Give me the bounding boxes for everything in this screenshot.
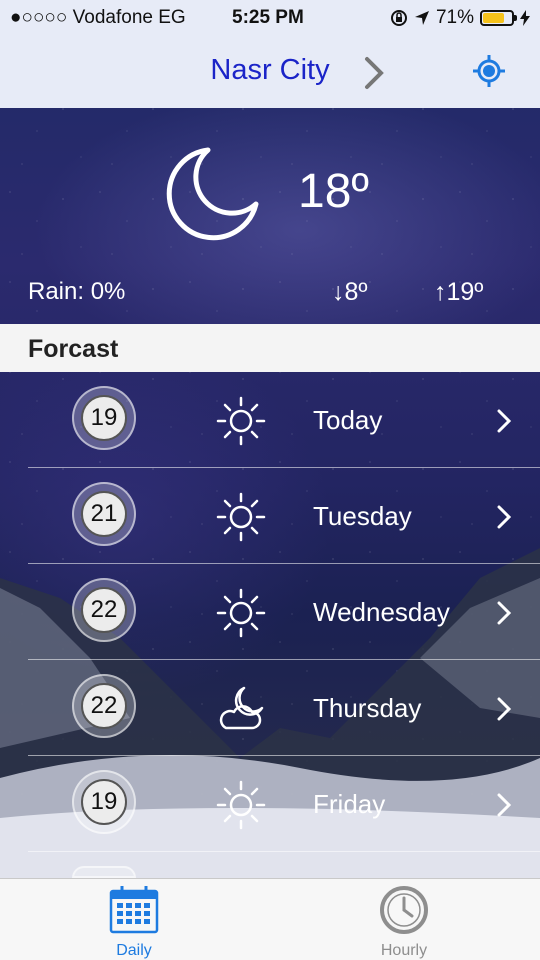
partly-cloudy-night-icon bbox=[219, 686, 264, 730]
sun-icon bbox=[216, 492, 266, 542]
forecast-row-tuesday[interactable]: 21 Tuesday bbox=[0, 468, 540, 564]
carrier-label: ●○○○○ Vodafone EG bbox=[10, 7, 186, 28]
day-label: Wednesday bbox=[313, 597, 450, 627]
charging-icon bbox=[520, 10, 530, 26]
high-temperature: ↑19º bbox=[434, 278, 484, 306]
current-location-icon[interactable] bbox=[472, 54, 506, 88]
temp-badge: 22 bbox=[72, 578, 136, 642]
temp-badge: 22 bbox=[72, 674, 136, 738]
city-chevron-icon[interactable] bbox=[362, 56, 386, 90]
temp-value: 19 bbox=[81, 779, 127, 825]
sun-icon bbox=[216, 396, 266, 446]
tab-hourly-label: Hourly bbox=[380, 942, 428, 959]
row-chevron-icon bbox=[497, 505, 512, 529]
location-arrow-icon bbox=[414, 11, 429, 25]
current-temperature: 18º bbox=[298, 165, 369, 218]
sun-icon bbox=[216, 780, 266, 830]
temp-value: 21 bbox=[81, 491, 127, 537]
status-time: 5:25 PM bbox=[232, 7, 304, 28]
rotation-lock-icon bbox=[390, 10, 407, 26]
day-label: Today bbox=[313, 405, 383, 435]
forecast-row-today[interactable]: 19 Today bbox=[0, 372, 540, 468]
temp-badge: 19 bbox=[72, 770, 136, 834]
day-label: Thursday bbox=[313, 693, 422, 723]
tab-hourly[interactable]: Hourly bbox=[344, 885, 464, 960]
next-row-badge-partial bbox=[72, 866, 136, 878]
forecast-row-thursday[interactable]: 22 Thursday bbox=[0, 660, 540, 756]
clock-icon bbox=[380, 886, 428, 934]
temp-value: 22 bbox=[81, 587, 127, 633]
day-label: Tuesday bbox=[313, 501, 412, 531]
tab-daily[interactable]: Daily bbox=[74, 885, 194, 960]
row-divider bbox=[28, 851, 540, 852]
temp-badge: 21 bbox=[72, 482, 136, 546]
day-label: Friday bbox=[313, 789, 386, 819]
row-chevron-icon bbox=[497, 697, 512, 721]
calendar-icon bbox=[109, 886, 159, 934]
status-bar: ●○○○○ Vodafone EG 5:25 PM 71% bbox=[0, 0, 540, 36]
row-chevron-icon bbox=[497, 409, 512, 433]
battery-percent: 71% bbox=[435, 7, 474, 28]
forecast-section-header: Forcast bbox=[0, 324, 540, 372]
tab-bar: Daily Hourly bbox=[0, 878, 540, 960]
nav-header: Nasr City bbox=[0, 36, 540, 108]
row-chevron-icon bbox=[497, 601, 512, 625]
temp-badge: 19 bbox=[72, 386, 136, 450]
rain-chance: Rain: 0% bbox=[28, 278, 126, 305]
tab-daily-label: Daily bbox=[116, 942, 152, 959]
forecast-row-wednesday[interactable]: 22 Wednesday bbox=[0, 564, 540, 660]
battery-icon bbox=[480, 10, 517, 26]
row-chevron-icon bbox=[497, 793, 512, 817]
temp-value: 22 bbox=[81, 683, 127, 729]
city-name[interactable]: Nasr City bbox=[0, 54, 540, 87]
low-temperature: ↓8º bbox=[332, 278, 368, 306]
status-right: 71% bbox=[390, 7, 530, 29]
forecast-row-friday[interactable]: 19 Friday bbox=[0, 756, 540, 852]
moon-icon bbox=[166, 147, 259, 241]
temp-value: 19 bbox=[81, 395, 127, 441]
forecast-title: Forcast bbox=[28, 335, 119, 363]
sun-icon bbox=[216, 588, 266, 638]
